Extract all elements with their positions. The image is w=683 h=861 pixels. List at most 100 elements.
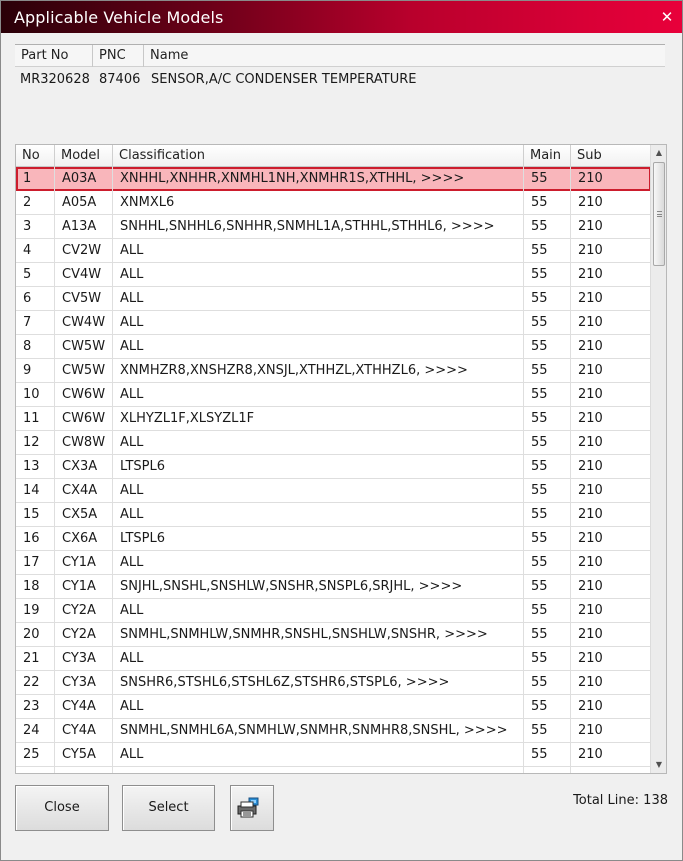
part-name-value: SENSOR,A/C CONDENSER TEMPERATURE: [151, 72, 417, 87]
table-row[interactable]: 5 CV4W ALL 55 210: [16, 263, 651, 287]
cell-model: CX5A: [55, 503, 113, 527]
table-row[interactable]: 1 A03A XNHHL,XNHHR,XNMHL1NH,XNMHR1S,XTHHL,…: [16, 167, 651, 191]
cell-model: A03A: [55, 167, 113, 191]
cell-sub: 210: [571, 527, 651, 551]
cell-no: 20: [16, 623, 55, 647]
cell-sub: 210: [571, 503, 651, 527]
cell-no: 13: [16, 455, 55, 479]
column-header-model[interactable]: Model: [55, 145, 113, 167]
cell-main: 55: [524, 671, 571, 695]
table-row[interactable]: 11 CW6W XLHYZL1F,XLSYZL1F 55 210: [16, 407, 651, 431]
cell-classification: SNHHL,SNHHL6,SNHHR,SNMHL1A,STHHL,STHHL6,…: [113, 215, 524, 239]
cell-main: 55: [524, 551, 571, 575]
cell-no: 21: [16, 647, 55, 671]
cell-no: 17: [16, 551, 55, 575]
cell-classification: ALL: [113, 551, 524, 575]
cell-main: 55: [524, 527, 571, 551]
cell-main: 55: [524, 407, 571, 431]
table-row[interactable]: 3 A13A SNHHL,SNHHL6,SNHHR,SNMHL1A,STHHL,ST…: [16, 215, 651, 239]
cell-classification: XNMHZR8,XNSHZR8,XNSJL,XTHHZL,XTHHZL6, >>…: [113, 359, 524, 383]
column-header-classification[interactable]: Classification: [113, 145, 524, 167]
table-row[interactable]: 25 CY5A ALL 55 210: [16, 743, 651, 767]
cell-main: 55: [524, 383, 571, 407]
cell-model: CW8W: [55, 431, 113, 455]
table-row[interactable]: 10 CW6W ALL 55 210: [16, 383, 651, 407]
table-row[interactable]: 19 CY2A ALL 55 210: [16, 599, 651, 623]
cell-classification: ALL: [113, 743, 524, 767]
scroll-up-arrow-icon[interactable]: ▲: [651, 145, 666, 161]
scrollbar-thumb[interactable]: [653, 162, 665, 266]
cell-sub: 210: [571, 671, 651, 695]
table-row[interactable]: 20 CY2A SNMHL,SNMHLW,SNMHR,SNSHL,SNSHLW,SN…: [16, 623, 651, 647]
cell-main: 55: [524, 263, 571, 287]
cell-sub: [571, 767, 651, 773]
part-info-row[interactable]: MR320628 87406 SENSOR,A/C CONDENSER TEMP…: [15, 70, 665, 90]
title-bar[interactable]: Applicable Vehicle Models ✕: [1, 1, 682, 33]
table-row[interactable]: 21 CY3A ALL 55 210: [16, 647, 651, 671]
cell-model: A13A: [55, 215, 113, 239]
table-row[interactable]: 17 CY1A ALL 55 210: [16, 551, 651, 575]
scrollbar-grip-icon: [657, 211, 662, 217]
cell-model: CX6A: [55, 527, 113, 551]
window-close-icon[interactable]: ✕: [659, 9, 675, 25]
cell-sub: 210: [571, 647, 651, 671]
table-row[interactable]: 13 CX3A LTSPL6 55 210: [16, 455, 651, 479]
cell-no: [16, 767, 55, 773]
cell-no: 2: [16, 191, 55, 215]
table-row[interactable]: [16, 767, 651, 773]
cell-no: 23: [16, 695, 55, 719]
table-row[interactable]: 4 CV2W ALL 55 210: [16, 239, 651, 263]
cell-model: [55, 767, 113, 773]
cell-model: CY3A: [55, 671, 113, 695]
header-part-no[interactable]: Part No: [15, 45, 93, 67]
cell-main: 55: [524, 599, 571, 623]
print-button[interactable]: [230, 785, 274, 831]
cell-classification: ALL: [113, 263, 524, 287]
table-row[interactable]: 9 CW5W XNMHZR8,XNSHZR8,XNSJL,XTHHZL,XTHHZL…: [16, 359, 651, 383]
cell-no: 14: [16, 479, 55, 503]
cell-classification: ALL: [113, 383, 524, 407]
select-button[interactable]: Select: [122, 785, 215, 831]
column-header-sub[interactable]: Sub: [571, 145, 651, 167]
cell-model: CW4W: [55, 311, 113, 335]
cell-model: CY1A: [55, 551, 113, 575]
table-row[interactable]: 2 A05A XNMXL6 55 210: [16, 191, 651, 215]
table-row[interactable]: 7 CW4W ALL 55 210: [16, 311, 651, 335]
table-row[interactable]: 16 CX6A LTSPL6 55 210: [16, 527, 651, 551]
cell-classification: ALL: [113, 239, 524, 263]
cell-main: 55: [524, 287, 571, 311]
table-row[interactable]: 12 CW8W ALL 55 210: [16, 431, 651, 455]
table-row[interactable]: 24 CY4A SNMHL,SNMHL6A,SNMHLW,SNMHR,SNMHR8,…: [16, 719, 651, 743]
table-row[interactable]: 22 CY3A SNSHR6,STSHL6,STSHL6Z,STSHR6,STSPL…: [16, 671, 651, 695]
column-header-no[interactable]: No: [16, 145, 55, 167]
cell-model: CY3A: [55, 647, 113, 671]
applicable-vehicle-models-window: Applicable Vehicle Models ✕ Part No PNC …: [0, 0, 683, 861]
cell-model: CW5W: [55, 335, 113, 359]
table-body: 1 A03A XNHHL,XNHHR,XNMHL1NH,XNMHR1S,XTHHL,…: [16, 167, 651, 773]
column-header-main[interactable]: Main: [524, 145, 571, 167]
scroll-down-arrow-icon[interactable]: ▼: [651, 757, 666, 773]
table-row[interactable]: 14 CX4A ALL 55 210: [16, 479, 651, 503]
cell-classification: ALL: [113, 431, 524, 455]
table-row[interactable]: 15 CX5A ALL 55 210: [16, 503, 651, 527]
table-row[interactable]: 8 CW5W ALL 55 210: [16, 335, 651, 359]
cell-main: 55: [524, 359, 571, 383]
table-row[interactable]: 18 CY1A SNJHL,SNSHL,SNSHLW,SNSHR,SNSPL6,SR…: [16, 575, 651, 599]
total-line-label: Total Line:: [573, 793, 640, 808]
table-row[interactable]: 6 CV5W ALL 55 210: [16, 287, 651, 311]
header-pnc[interactable]: PNC: [93, 45, 144, 67]
cell-sub: 210: [571, 743, 651, 767]
cell-model: CV4W: [55, 263, 113, 287]
cell-sub: 210: [571, 311, 651, 335]
cell-model: CY2A: [55, 599, 113, 623]
cell-main: 55: [524, 191, 571, 215]
cell-main: 55: [524, 695, 571, 719]
vertical-scrollbar[interactable]: ▲ ▼: [650, 145, 666, 773]
cell-main: 55: [524, 503, 571, 527]
header-name[interactable]: Name: [144, 45, 665, 67]
cell-no: 1: [16, 167, 55, 191]
cell-sub: 210: [571, 479, 651, 503]
part-no-value: MR320628: [20, 72, 90, 87]
close-button[interactable]: Close: [15, 785, 109, 831]
table-row[interactable]: 23 CY4A ALL 55 210: [16, 695, 651, 719]
